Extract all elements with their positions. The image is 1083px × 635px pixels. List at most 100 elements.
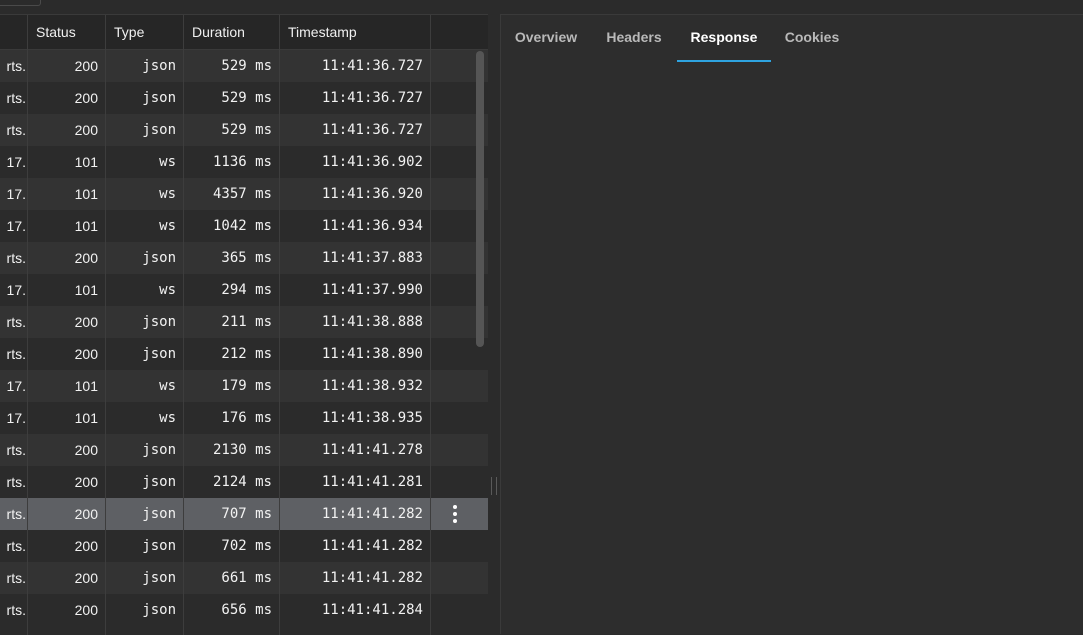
duration-cell: 176 ms (221, 410, 272, 426)
column-divider[interactable] (279, 15, 280, 635)
status-cell: 200 (74, 122, 98, 138)
status-cell: 200 (74, 602, 98, 618)
request-name-cell: rts. (6, 250, 26, 266)
column-divider[interactable] (27, 15, 28, 635)
active-tab-indicator (677, 60, 771, 62)
duration-cell: 2124 ms (212, 474, 272, 490)
table-row[interactable]: rts. 200 json 211 ms 11:41:38.888 (0, 306, 488, 338)
timestamp-cell: 11:41:38.888 (321, 314, 423, 330)
table-row[interactable]: 17. 101 ws 176 ms 11:41:38.935 (0, 402, 488, 434)
column-header-duration[interactable]: Duration (184, 15, 280, 49)
type-cell: json (142, 250, 176, 266)
duration-cell: 1042 ms (212, 218, 272, 234)
pane-splitter[interactable] (488, 14, 500, 634)
status-cell: 101 (74, 154, 98, 170)
status-cell: 200 (74, 442, 98, 458)
timestamp-cell: 11:41:41.284 (321, 602, 423, 618)
status-cell: 101 (74, 378, 98, 394)
duration-cell: 294 ms (221, 282, 272, 298)
table-row[interactable]: rts. 200 json 656 ms 11:41:41.284 (0, 594, 488, 626)
duration-cell: 529 ms (221, 90, 272, 106)
table-row[interactable]: rts. 200 json 702 ms 11:41:41.282 (0, 530, 488, 562)
duration-cell: 1136 ms (212, 154, 272, 170)
table-row[interactable]: 17. 101 ws 4357 ms 11:41:36.920 (0, 178, 488, 210)
tab-response[interactable]: Response (677, 15, 771, 61)
column-divider[interactable] (183, 15, 184, 635)
kebab-dot (453, 505, 457, 509)
timestamp-cell: 11:41:37.990 (321, 282, 423, 298)
timestamp-cell: 11:41:36.902 (321, 154, 423, 170)
table-row[interactable]: 17. 101 ws 1136 ms 11:41:36.902 (0, 146, 488, 178)
duration-cell: 212 ms (221, 346, 272, 362)
timestamp-cell: 11:41:38.932 (321, 378, 423, 394)
status-cell: 200 (74, 346, 98, 362)
tab-cookies[interactable]: Cookies (771, 15, 853, 61)
type-cell: json (142, 346, 176, 362)
table-scrollbar-thumb[interactable] (476, 51, 484, 347)
status-cell: 101 (74, 218, 98, 234)
status-cell: 101 (74, 410, 98, 426)
table-row[interactable]: 17. 101 ws 1042 ms 11:41:36.934 (0, 210, 488, 242)
type-cell: json (142, 474, 176, 490)
tab-headers[interactable]: Headers (591, 15, 677, 61)
timestamp-cell: 11:41:41.282 (321, 570, 423, 586)
timestamp-cell: 11:41:41.278 (321, 442, 423, 458)
request-name-cell: rts. (6, 474, 26, 490)
type-cell: ws (159, 218, 176, 234)
table-row[interactable]: rts. 200 json 529 ms 11:41:36.727 (0, 50, 488, 82)
table-row[interactable]: rts. 200 json 2130 ms 11:41:41.278 (0, 434, 488, 466)
duration-cell: 4357 ms (212, 186, 272, 202)
type-cell: ws (159, 154, 176, 170)
table-row[interactable]: rts. 200 json 707 ms 11:41:41.282 (0, 498, 488, 530)
request-name-cell: rts. (6, 602, 26, 618)
request-name-cell: rts. (6, 538, 26, 554)
request-name-cell: 17. (6, 154, 26, 170)
timestamp-cell: 11:41:36.920 (321, 186, 423, 202)
column-divider[interactable] (105, 15, 106, 635)
duration-cell: 702 ms (221, 538, 272, 554)
status-cell: 200 (74, 90, 98, 106)
table-row[interactable]: 17. 101 ws 179 ms 11:41:38.932 (0, 370, 488, 402)
status-cell: 200 (74, 506, 98, 522)
timestamp-cell: 11:41:38.890 (321, 346, 423, 362)
request-name-cell: rts. (6, 442, 26, 458)
column-header-timestamp[interactable]: Timestamp (280, 15, 431, 49)
column-header-status[interactable]: Status (28, 15, 106, 49)
request-name-cell: 17. (6, 282, 26, 298)
timestamp-cell: 11:41:36.727 (321, 58, 423, 74)
request-name-cell: rts. (6, 570, 26, 586)
duration-cell: 529 ms (221, 122, 272, 138)
type-cell: json (142, 58, 176, 74)
type-cell: json (142, 602, 176, 618)
status-cell: 200 (74, 474, 98, 490)
table-header: Status Type Duration Timestamp (0, 15, 488, 50)
timestamp-cell: 11:41:36.727 (321, 122, 423, 138)
table-row[interactable]: rts. 200 json 529 ms 11:41:36.727 (0, 114, 488, 146)
duration-cell: 529 ms (221, 58, 272, 74)
column-divider[interactable] (430, 15, 431, 635)
table-row[interactable]: rts. 200 json 2124 ms 11:41:41.281 (0, 466, 488, 498)
table-row[interactable]: rts. 200 json 365 ms 11:41:37.883 (0, 242, 488, 274)
kebab-dot (453, 519, 457, 523)
status-cell: 101 (74, 186, 98, 202)
timestamp-cell: 11:41:41.281 (321, 474, 423, 490)
type-cell: ws (159, 378, 176, 394)
request-name-cell: rts. (6, 58, 26, 74)
timestamp-cell: 11:41:36.727 (321, 90, 423, 106)
type-cell: ws (159, 410, 176, 426)
tab-overview[interactable]: Overview (501, 15, 591, 61)
table-row[interactable]: rts. 200 json 212 ms 11:41:38.890 (0, 338, 488, 370)
request-name-cell: rts. (6, 90, 26, 106)
request-name-cell: rts. (6, 506, 26, 522)
duration-cell: 211 ms (221, 314, 272, 330)
kebab-menu-icon[interactable] (447, 498, 463, 530)
table-row[interactable]: 17. 101 ws 294 ms 11:41:37.990 (0, 274, 488, 306)
duration-cell: 2130 ms (212, 442, 272, 458)
timestamp-cell: 11:41:37.883 (321, 250, 423, 266)
splitter-grip-icon[interactable] (491, 477, 497, 495)
type-cell: json (142, 538, 176, 554)
status-cell: 200 (74, 314, 98, 330)
column-header-type[interactable]: Type (106, 15, 184, 49)
table-row[interactable]: rts. 200 json 661 ms 11:41:41.282 (0, 562, 488, 594)
table-row[interactable]: rts. 200 json 529 ms 11:41:36.727 (0, 82, 488, 114)
